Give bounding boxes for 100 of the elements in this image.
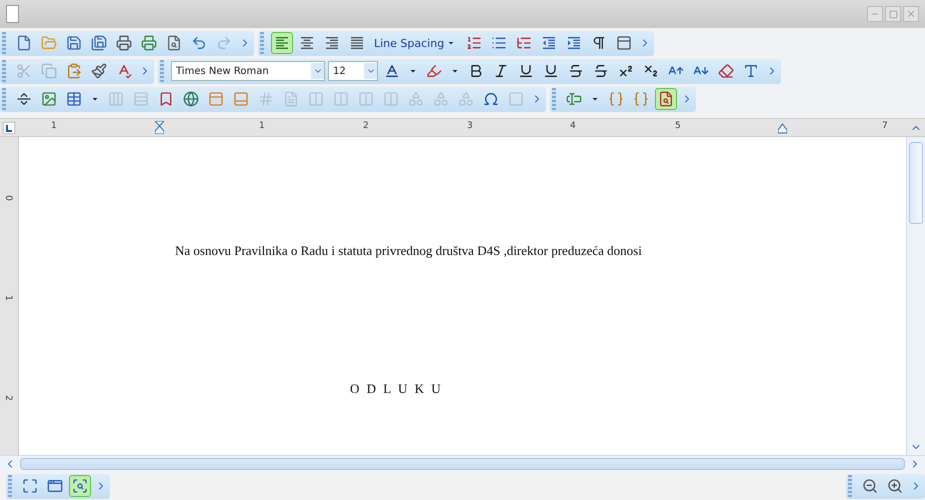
double-strikethrough-icon	[593, 63, 609, 79]
align-left-icon	[274, 35, 290, 51]
font-color-icon	[384, 63, 400, 79]
scroll-thumb[interactable]	[909, 142, 923, 224]
page-break-icon	[16, 91, 32, 107]
globe-icon	[183, 91, 199, 107]
magnifier-button[interactable]	[69, 475, 91, 497]
maximize-icon	[888, 10, 898, 18]
ruler-number: 2	[363, 121, 369, 131]
shapes-icon	[433, 91, 449, 107]
indent-marker-icon[interactable]	[155, 121, 164, 134]
ruler-number: 0	[2, 195, 13, 201]
eraser-icon	[718, 63, 734, 79]
align-center-icon	[299, 35, 315, 51]
field-icon	[566, 91, 582, 107]
folder-icon	[41, 35, 57, 51]
font-size-select[interactable]: 12	[328, 61, 378, 81]
scroll-thumb[interactable]	[20, 458, 905, 470]
table-column-icon	[108, 91, 124, 107]
scissors-icon	[16, 63, 32, 79]
search-button[interactable]	[655, 88, 677, 110]
braces-icon	[633, 91, 649, 107]
toolbar-grip[interactable]	[2, 60, 6, 82]
search-icon	[658, 91, 674, 107]
ruler-number: 3	[467, 121, 473, 131]
maximize-button[interactable]	[885, 6, 901, 22]
right-indent-marker-icon[interactable]	[778, 121, 787, 134]
toolbar-grip[interactable]	[160, 60, 164, 82]
columns-icon	[358, 91, 374, 107]
font-select[interactable]: Times New Roman	[171, 61, 325, 81]
zoom-out-icon	[862, 478, 878, 494]
clipboard-icon	[66, 63, 82, 79]
copy-icon	[41, 63, 57, 79]
columns-icon	[308, 91, 324, 107]
italic-icon	[493, 63, 509, 79]
toolbar-grip[interactable]	[552, 88, 556, 110]
frame-icon	[508, 91, 524, 107]
shapes-icon	[408, 91, 424, 107]
table-row-icon	[133, 91, 149, 107]
align-right-icon	[324, 35, 340, 51]
printer-icon	[116, 35, 132, 51]
outdent-icon	[541, 35, 558, 51]
outline-list-icon	[516, 35, 532, 51]
header-icon	[208, 91, 224, 107]
page-icon	[283, 91, 299, 107]
columns-icon	[333, 91, 349, 107]
vertical-scrollbar[interactable]	[906, 137, 925, 455]
document-icon	[16, 35, 32, 51]
double-underline-icon	[543, 63, 559, 79]
zoom-in-icon	[887, 478, 903, 494]
window-icon	[6, 5, 19, 23]
fit-page-icon	[22, 478, 38, 494]
printer-icon	[141, 35, 157, 51]
close-icon	[906, 9, 916, 19]
magnifier-icon	[72, 478, 88, 494]
indent-icon	[566, 35, 582, 51]
strikethrough-icon	[568, 63, 584, 79]
floppy-disks-icon	[91, 35, 107, 51]
underline-icon	[518, 63, 534, 79]
columns-icon	[383, 91, 399, 107]
horizontal-scrollbar[interactable]	[0, 455, 925, 472]
superscript-icon	[618, 63, 634, 79]
hash-icon	[258, 91, 274, 107]
redo-icon	[216, 35, 232, 51]
ruler-number: 1	[2, 295, 13, 301]
toolbar-grip[interactable]	[2, 88, 6, 110]
toolbar-grip[interactable]	[260, 32, 264, 54]
image-icon	[41, 91, 57, 107]
paragraph: Na osnovu Pravilnika o Radu i statuta privrednog društva D4S ,direktor preduzeća donosi	[174, 242, 643, 260]
pilcrow-icon	[591, 35, 608, 51]
ruler-number: 5	[675, 121, 681, 131]
ruler-number: 1	[259, 121, 265, 131]
footer-icon	[233, 91, 249, 107]
page-magnifier-icon	[166, 35, 182, 51]
ruler-number: 4	[570, 121, 576, 131]
justify-icon	[349, 35, 365, 51]
subscript-icon	[643, 63, 659, 79]
undo-icon	[191, 35, 207, 51]
braces-icon	[608, 91, 624, 107]
heading: O D L U K U	[349, 381, 443, 397]
toolbar-grip[interactable]	[8, 475, 12, 497]
shapes-icon	[458, 91, 474, 107]
ruler-number: 2	[2, 395, 13, 401]
align-left-button[interactable]	[271, 32, 293, 54]
line-spacing-button[interactable]: Line Spacing	[371, 32, 460, 54]
window-icon	[47, 478, 63, 494]
text-style-icon	[743, 63, 759, 79]
toolbar-grip[interactable]	[848, 475, 852, 497]
bookmark-icon	[158, 91, 174, 107]
toolbar-grip[interactable]	[2, 32, 6, 54]
paintbrush-icon	[91, 63, 107, 79]
omega-icon	[483, 91, 499, 107]
ruler-number: 7	[882, 121, 888, 131]
numbered-list-icon	[466, 35, 482, 51]
ruler-number: 1	[51, 121, 57, 131]
bullet-list-icon	[491, 35, 508, 51]
table-icon	[66, 91, 82, 107]
highlighter-icon	[426, 63, 442, 79]
style-icon	[616, 35, 632, 51]
tab-stop-icon[interactable]	[3, 122, 15, 134]
